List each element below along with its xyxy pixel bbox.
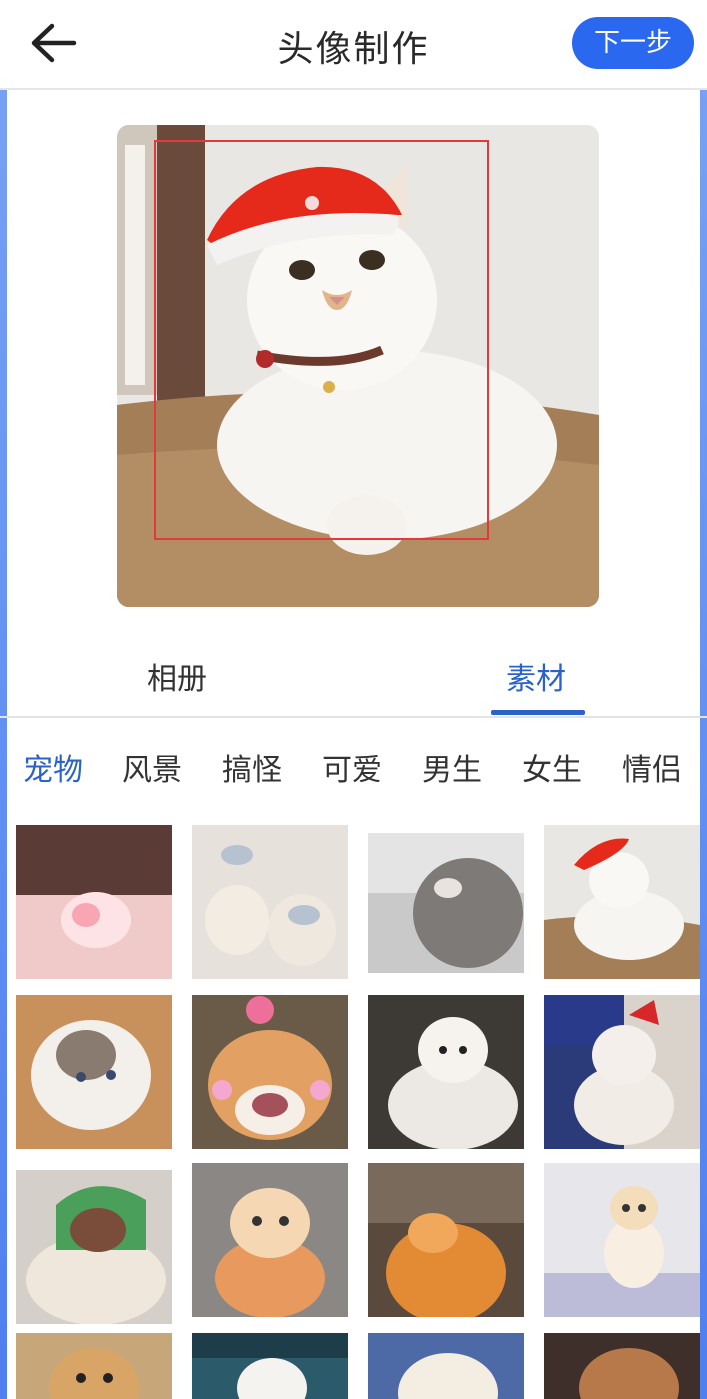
category-scenery[interactable]: 风景	[122, 745, 182, 789]
thumbnail-pink-paw[interactable]	[16, 825, 172, 979]
active-tab-indicator	[491, 710, 585, 715]
category-bar: 宠物 风景 搞怪 可爱 男生 女生 情侣	[0, 745, 707, 795]
next-step-button[interactable]: 下一步	[572, 17, 694, 69]
thumbnail-cat-orange-towel[interactable]	[192, 1163, 348, 1317]
category-funny[interactable]: 搞怪	[222, 745, 282, 789]
thumbnail-brown-dog[interactable]	[544, 1333, 700, 1399]
thumbnail-grey-cat[interactable]	[368, 833, 524, 987]
category-girls[interactable]: 女生	[522, 745, 582, 789]
category-couples[interactable]: 情侣	[622, 745, 682, 789]
thumbnail-white-dog-blanket[interactable]	[368, 995, 524, 1149]
tab-album[interactable]: 相册	[147, 654, 207, 698]
top-bar: 头像制作 下一步	[0, 0, 707, 90]
thumbnail-smiling-shiba[interactable]	[192, 995, 348, 1149]
thumbnail-hedgehogs[interactable]	[192, 825, 348, 979]
tab-material[interactable]: 素材	[506, 654, 566, 698]
thumbnail-french-bulldog[interactable]	[16, 1333, 172, 1399]
thumbnail-bulldog-hat[interactable]	[16, 1170, 172, 1324]
source-tabs: 相册 素材	[0, 640, 707, 718]
thumbnail-white-puppy[interactable]	[192, 1333, 348, 1399]
category-boys[interactable]: 男生	[422, 745, 482, 789]
thumbnail-ragdoll-cat[interactable]	[16, 995, 172, 1149]
thumbnail-cat-bow-hat[interactable]	[544, 995, 700, 1149]
thumbnail-orange-cat-paw[interactable]	[368, 1163, 524, 1317]
category-pets[interactable]: 宠物	[23, 745, 83, 789]
thumbnail-cat-santa-hat[interactable]	[544, 825, 700, 979]
thumbnail-fluffy-cat[interactable]	[368, 1333, 524, 1399]
category-cute[interactable]: 可爱	[322, 745, 382, 789]
thumbnail-cream-kitten[interactable]	[544, 1163, 700, 1317]
crop-frame[interactable]	[154, 140, 489, 540]
